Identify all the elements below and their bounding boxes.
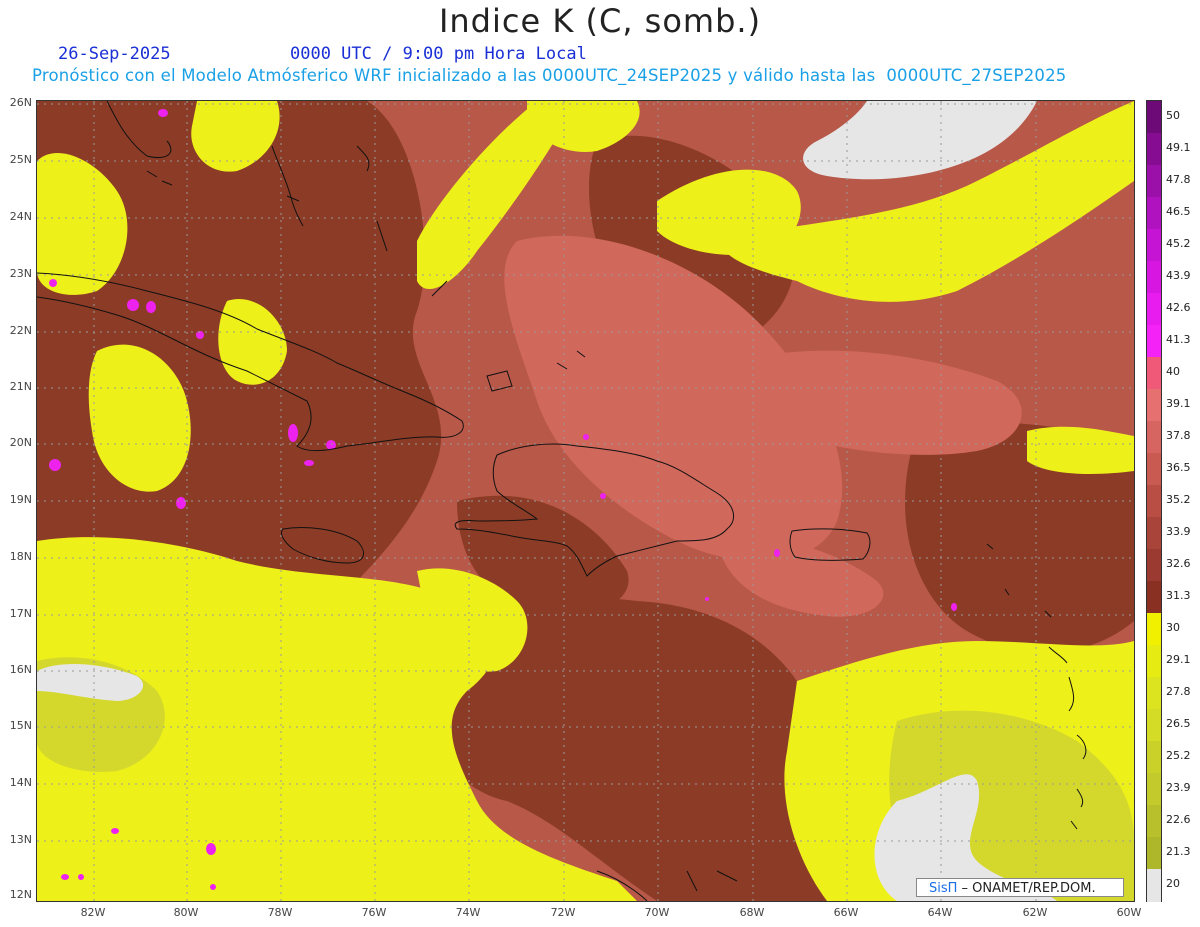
lon-label: 72W: [550, 906, 576, 919]
credit-text: – ONAMET/REP.DOM.: [957, 881, 1096, 896]
color-scale-swatch: [1147, 165, 1161, 198]
credit-box: SisΠ – ONAMET/REP.DOM.: [916, 878, 1124, 897]
color-scale-swatch: [1147, 837, 1161, 870]
sispi-logo-text: SisΠ: [929, 881, 958, 896]
color-scale-label: 50: [1166, 109, 1180, 122]
lat-label: 22N: [9, 324, 32, 337]
color-scale-label: 27.8: [1166, 685, 1191, 698]
lat-label: 21N: [9, 380, 32, 393]
color-scale-swatch: [1147, 261, 1161, 294]
color-scale-label: 26.5: [1166, 717, 1191, 730]
color-scale-label: 46.5: [1166, 205, 1191, 218]
color-scale-swatch: [1147, 453, 1161, 486]
color-scale-swatch: [1147, 677, 1161, 710]
lon-label: 62W: [1022, 906, 1048, 919]
color-scale-swatch: [1147, 485, 1161, 518]
color-scale-label: 47.8: [1166, 173, 1191, 186]
color-scale-label: 37.8: [1166, 429, 1191, 442]
lon-label: 82W: [80, 906, 106, 919]
color-scale-label: 30: [1166, 621, 1180, 634]
lon-label: 60W: [1116, 906, 1142, 919]
color-scale-swatch: [1147, 581, 1161, 614]
color-scale-swatch: [1147, 133, 1161, 166]
lon-label: 70W: [644, 906, 670, 919]
color-scale-label: 20: [1166, 877, 1180, 890]
color-scale: [1146, 100, 1162, 902]
color-scale-swatch: [1147, 805, 1161, 838]
color-scale-swatch: [1147, 101, 1161, 134]
lat-label: 13N: [9, 833, 32, 846]
color-scale-label: 25.2: [1166, 749, 1191, 762]
lon-label: 66W: [833, 906, 859, 919]
color-scale-label: 33.9: [1166, 525, 1191, 538]
color-scale-label: 49.1: [1166, 141, 1191, 154]
lon-label: 80W: [173, 906, 199, 919]
lat-label: 18N: [9, 550, 32, 563]
color-scale-swatch: [1147, 869, 1161, 902]
color-scale-swatch: [1147, 709, 1161, 742]
lat-label: 19N: [9, 493, 32, 506]
color-scale-swatch: [1147, 197, 1161, 230]
lat-label: 26N: [9, 96, 32, 109]
lat-label: 14N: [9, 776, 32, 789]
color-scale-swatch: [1147, 325, 1161, 358]
lat-label: 16N: [9, 663, 32, 676]
lon-label: 76W: [361, 906, 387, 919]
k-index-field: [37, 101, 1134, 901]
lon-label: 78W: [267, 906, 293, 919]
color-scale-swatch: [1147, 613, 1161, 646]
color-scale-label: 21.3: [1166, 845, 1191, 858]
color-scale-label: 35.2: [1166, 493, 1191, 506]
color-scale-label: 45.2: [1166, 237, 1191, 250]
forecast-time: 0000 UTC / 9:00 pm Hora Local: [290, 44, 587, 64]
lat-label: 20N: [9, 436, 32, 449]
lon-label: 68W: [739, 906, 765, 919]
color-scale-swatch: [1147, 517, 1161, 550]
color-scale-swatch: [1147, 773, 1161, 806]
lat-label: 12N: [9, 888, 32, 901]
color-scale-label: 43.9: [1166, 269, 1191, 282]
color-scale-label: 22.6: [1166, 813, 1191, 826]
lat-label: 17N: [9, 607, 32, 620]
map-panel: [36, 100, 1135, 902]
lat-label: 24N: [9, 210, 32, 223]
forecast-subtitle: Pronóstico con el Modelo Atmósferico WRF…: [32, 66, 1067, 85]
color-scale-swatch: [1147, 549, 1161, 582]
color-scale-swatch: [1147, 421, 1161, 454]
color-scale-label: 40: [1166, 365, 1180, 378]
color-scale-label: 36.5: [1166, 461, 1191, 474]
color-scale-label: 42.6: [1166, 301, 1191, 314]
color-scale-swatch: [1147, 645, 1161, 678]
lat-label: 15N: [9, 719, 32, 732]
color-scale-label: 39.1: [1166, 397, 1191, 410]
forecast-date: 26-Sep-2025: [58, 44, 171, 64]
color-scale-label: 41.3: [1166, 333, 1191, 346]
lon-label: 74W: [455, 906, 481, 919]
lon-label: 64W: [927, 906, 953, 919]
color-scale-label: 23.9: [1166, 781, 1191, 794]
color-scale-swatch: [1147, 389, 1161, 422]
color-scale-label: 31.3: [1166, 589, 1191, 602]
map-title: Indice K (C, somb.): [438, 2, 762, 40]
color-scale-swatch: [1147, 357, 1161, 390]
lat-label: 25N: [9, 153, 32, 166]
color-scale-label: 29.1: [1166, 653, 1191, 666]
color-scale-swatch: [1147, 741, 1161, 774]
color-scale-label: 32.6: [1166, 557, 1191, 570]
lat-label: 23N: [9, 267, 32, 280]
color-scale-swatch: [1147, 293, 1161, 326]
color-scale-swatch: [1147, 229, 1161, 262]
